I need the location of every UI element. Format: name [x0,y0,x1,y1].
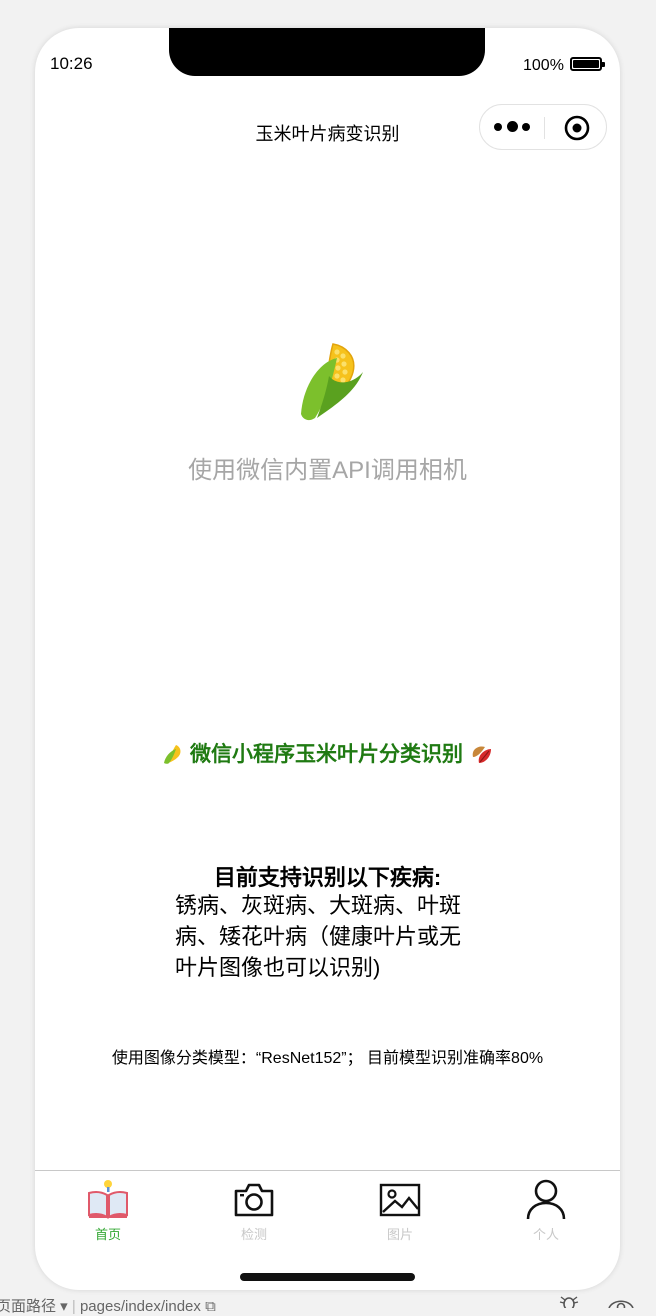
support-title: 目前支持识别以下疾病: [213,865,442,890]
devtools-bar: 页面路径 ▾ | pages/index/index ⧉ [0,1290,656,1315]
tab-images[interactable]: 图片 [327,1171,473,1261]
status-time: 10:26 [50,54,93,73]
support-list: 锈病、灰斑病、大斑病、叶斑病、矮花叶病（健康叶片或无叶片图像也可以识别) [175,893,462,980]
bug-icon[interactable] [558,1294,580,1308]
battery-percent: 100% [523,57,564,74]
page-path-prefix[interactable]: 页面路径 ▾ [0,1298,68,1315]
tab-bar: 首页 检测 图片 个人 [35,1170,620,1261]
tab-profile-label: 个人 [532,1227,559,1242]
battery-icon [570,57,605,71]
tab-detect[interactable]: 检测 [181,1171,327,1261]
copy-icon[interactable]: ⧉ [205,1298,216,1315]
person-icon [526,1179,566,1220]
page-path-value: pages/index/index [79,1298,201,1315]
more-icon[interactable] [494,118,534,136]
book-icon [88,1180,128,1219]
tab-home[interactable]: 首页 [35,1171,181,1261]
leaf-icon [472,746,491,763]
headline: 微信小程序玉米叶片分类识别 [35,738,620,768]
hero-subtitle: 使用微信内置API调用相机 [188,457,467,484]
eye-icon[interactable] [608,1296,634,1308]
close-target-icon[interactable] [564,115,590,141]
tab-home-label: 首页 [94,1227,121,1242]
tab-profile[interactable]: 个人 [473,1171,619,1261]
tab-images-label: 图片 [386,1227,413,1242]
page-path: 页面路径 ▾ | pages/index/index ⧉ [0,1295,216,1316]
home-indicator [240,1273,415,1281]
corn-icon [164,745,181,764]
model-info: 使用图像分类模型：“ResNet152”； 目前模型识别准确率80% [111,1050,544,1067]
corn-icon [301,343,363,421]
tab-detect-label: 检测 [240,1227,267,1242]
capsule-divider [544,117,545,139]
notch [169,28,485,76]
image-icon [379,1183,421,1217]
phone-frame: 10:26 100% 玉米叶片病变识别 使用微信内置API调用相机 微信小程序玉… [35,28,620,1290]
mini-program-capsule [479,104,607,150]
camera-icon [234,1183,274,1217]
headline-text: 微信小程序玉米叶片分类识别 [190,743,463,766]
